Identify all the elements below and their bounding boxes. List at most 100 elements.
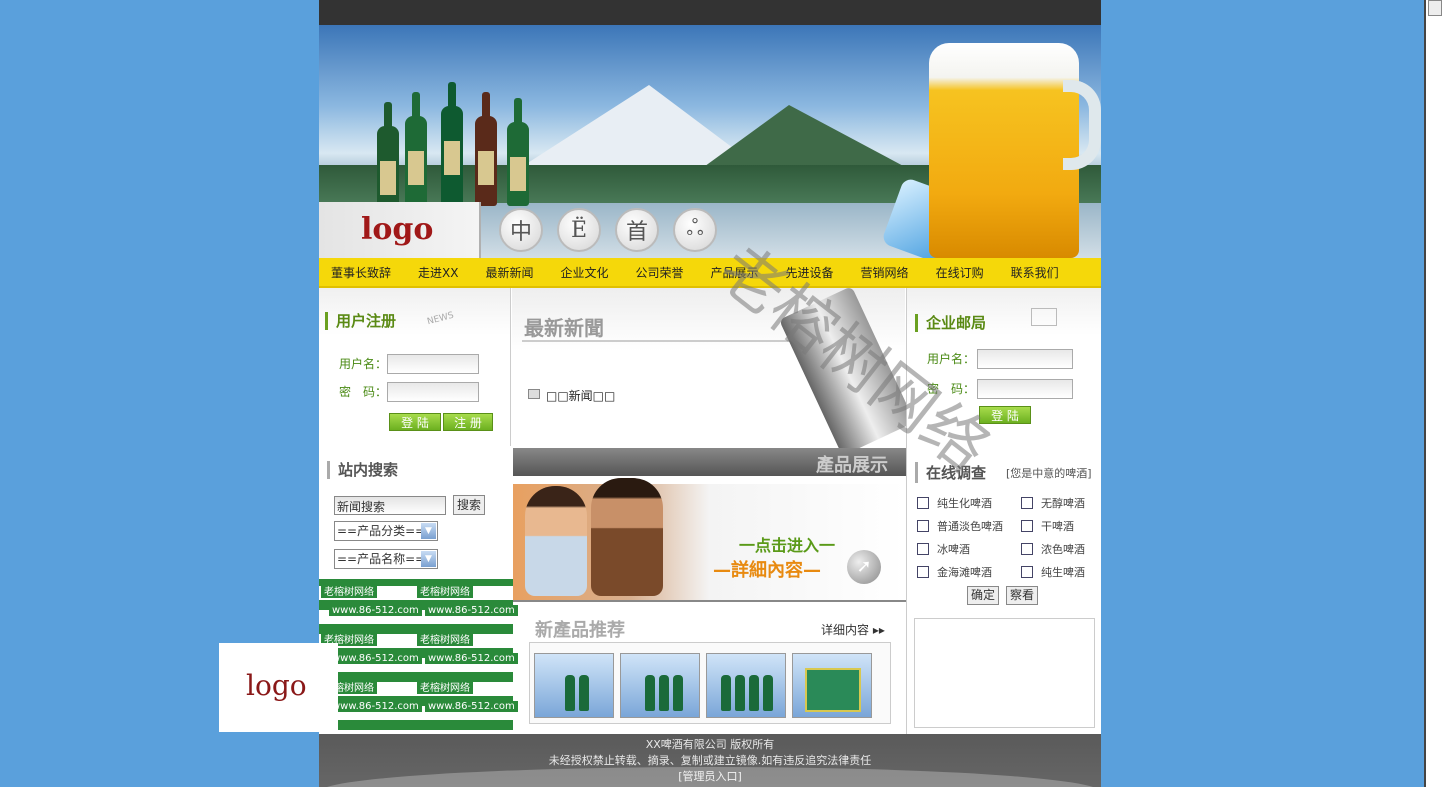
watermark-banner-grid: 老榕树网络 老榕树网络 www.86-512.com www.86-512.co… xyxy=(319,579,518,734)
overlay-logo[interactable]: logo xyxy=(219,643,338,732)
news-panel: 最新新聞 □□新闻□□ xyxy=(512,286,915,456)
survey-panel: 在线调查 [您是中意的啤酒] 纯生化啤酒 无醇啤酒 普通淡色啤酒 干啤酒 冰啤酒… xyxy=(906,446,1101,734)
checkbox[interactable] xyxy=(1021,566,1033,578)
nav-chairman[interactable]: 董事长致辞 xyxy=(331,264,391,281)
top-bar xyxy=(319,0,1101,25)
promo-line1: 一点击进入一 xyxy=(739,536,836,555)
survey-question: [您是中意的啤酒] xyxy=(1006,467,1092,480)
product-thumb[interactable] xyxy=(620,653,700,718)
survey-option[interactable]: 金海滩啤酒 xyxy=(917,564,992,580)
bullet-icon xyxy=(528,389,540,399)
double-arrow-icon: ▸▸ xyxy=(872,623,885,637)
checkbox[interactable] xyxy=(917,497,929,509)
survey-option[interactable]: 浓色啤酒 xyxy=(1021,541,1085,557)
search-input[interactable]: 新闻搜索 xyxy=(334,496,446,515)
scroll-up-arrow[interactable] xyxy=(1428,0,1442,16)
product-thumbnails xyxy=(529,642,891,724)
nav-products[interactable]: 产品展示 xyxy=(711,264,759,281)
search-panel: 站内搜索 新闻搜索 搜索 ==产品分类== ▼ ==产品名称== ▼ 老榕树网络 老… xyxy=(319,446,518,734)
register-button[interactable]: 注 册 xyxy=(443,413,493,431)
nav-network[interactable]: 营销网络 xyxy=(861,264,909,281)
lang-english-button[interactable]: Ё xyxy=(557,208,601,252)
person-image xyxy=(591,478,663,596)
nav-culture[interactable]: 企业文化 xyxy=(560,264,608,281)
chevron-down-icon: ▼ xyxy=(421,551,436,567)
top-content-row: 用户注册 NEWS 用户名： 密 码： 登 陆 注 册 最新新聞 □□新闻□□ … xyxy=(319,286,1101,456)
main-nav: 董事长致辞 走进XX 最新新闻 企业文化 公司荣誉 产品展示 先进设备 营销网络… xyxy=(319,258,1101,288)
survey-view-button[interactable]: 察看 xyxy=(1006,586,1038,605)
nav-honors[interactable]: 公司荣誉 xyxy=(636,264,684,281)
survey-option[interactable]: 纯生啤酒 xyxy=(1021,564,1085,580)
checkbox[interactable] xyxy=(1021,497,1033,509)
password-label: 密 码： xyxy=(339,385,388,399)
new-products-title: 新產品推荐 xyxy=(535,620,625,641)
login-button[interactable]: 登 陆 xyxy=(389,413,441,431)
overlay-logo-text: logo xyxy=(246,669,307,702)
lang-chinese-button[interactable]: 中 xyxy=(499,208,543,252)
survey-option[interactable]: 冰啤酒 xyxy=(917,541,970,557)
search-title: 站内搜索 xyxy=(327,461,398,479)
mail-panel: 企业邮局 用户名： 密 码： 登 陆 xyxy=(906,288,1101,446)
watermark-text: 老榕树网络 xyxy=(417,679,473,694)
beer-bottle xyxy=(441,82,463,206)
category-select[interactable]: ==产品分类== ▼ xyxy=(334,521,438,541)
promo-banner[interactable]: 一点击进入一 —詳細內容— ➚ xyxy=(513,478,906,602)
vertical-scrollbar[interactable] xyxy=(1424,0,1444,787)
product-thumb[interactable] xyxy=(534,653,614,718)
password-input[interactable] xyxy=(387,382,479,402)
nav-contact[interactable]: 联系我们 xyxy=(1011,264,1059,281)
chevron-down-icon: ▼ xyxy=(421,523,436,539)
mail-username-input[interactable] xyxy=(977,349,1073,369)
mail-login-button[interactable]: 登 陆 xyxy=(979,406,1031,424)
checkbox[interactable] xyxy=(1021,520,1033,532)
checkbox[interactable] xyxy=(1021,543,1033,555)
watermark-url: www.86-512.com xyxy=(425,605,518,616)
news-title: 最新新聞 xyxy=(524,316,604,340)
nav-equipment[interactable]: 先进设备 xyxy=(786,264,834,281)
product-name-select[interactable]: ==产品名称== ▼ xyxy=(334,549,438,569)
newspaper-image xyxy=(779,286,915,456)
products-bar: 產品展示 xyxy=(513,448,906,476)
nav-news[interactable]: 最新新闻 xyxy=(485,264,533,281)
survey-confirm-button[interactable]: 确定 xyxy=(967,586,999,605)
username-input[interactable] xyxy=(387,354,479,374)
search-button[interactable]: 搜索 xyxy=(453,495,485,515)
product-thumb[interactable] xyxy=(792,653,872,718)
nav-about[interactable]: 走进XX xyxy=(418,264,458,281)
beer-mug-handle xyxy=(1063,80,1101,170)
promo-line2: —詳細內容— xyxy=(713,560,821,581)
news-item-link[interactable]: □□新闻□□ xyxy=(546,387,615,404)
survey-option[interactable]: 纯生化啤酒 xyxy=(917,495,992,511)
watermark-url: www.86-512.com xyxy=(425,701,518,712)
more-details-link[interactable]: 详细内容 ▸▸ xyxy=(821,621,885,638)
home-button[interactable]: 首 xyxy=(615,208,659,252)
beer-bottle xyxy=(405,92,427,206)
site-logo[interactable]: logo xyxy=(319,202,481,258)
contact-circle-button[interactable]: ஃ xyxy=(673,208,717,252)
checkbox[interactable] xyxy=(917,520,929,532)
survey-option[interactable]: 普通淡色啤酒 xyxy=(917,518,1003,534)
copyright-text: XX啤酒有限公司 版权所有 xyxy=(645,738,775,751)
watermark-url: www.86-512.com xyxy=(329,605,422,616)
checkbox[interactable] xyxy=(917,566,929,578)
divider xyxy=(522,340,812,342)
product-thumb[interactable] xyxy=(706,653,786,718)
person-image xyxy=(525,486,587,596)
beer-bottle xyxy=(475,92,497,206)
empty-box xyxy=(914,618,1095,728)
news-badge: NEWS xyxy=(426,310,455,328)
watermark-text: 老榕树网络 xyxy=(417,583,473,598)
mail-password-label: 密 码： xyxy=(927,382,976,396)
register-panel: 用户注册 NEWS 用户名： 密 码： 登 陆 注 册 xyxy=(319,288,511,446)
beer-mug xyxy=(929,43,1079,258)
mail-password-input[interactable] xyxy=(977,379,1073,399)
checkbox[interactable] xyxy=(917,543,929,555)
survey-option[interactable]: 无醇啤酒 xyxy=(1021,495,1085,511)
watermark-url: www.86-512.com xyxy=(329,653,422,664)
survey-option[interactable]: 干啤酒 xyxy=(1021,518,1074,534)
arrow-right-icon[interactable]: ➚ xyxy=(847,550,881,584)
beer-bottle xyxy=(377,102,399,206)
footer: XX啤酒有限公司 版权所有 未经授权禁止转载、摘录、复制或建立镜像.如有违反追究… xyxy=(319,734,1101,787)
envelope-icon xyxy=(1031,308,1057,326)
nav-order[interactable]: 在线订购 xyxy=(936,264,984,281)
